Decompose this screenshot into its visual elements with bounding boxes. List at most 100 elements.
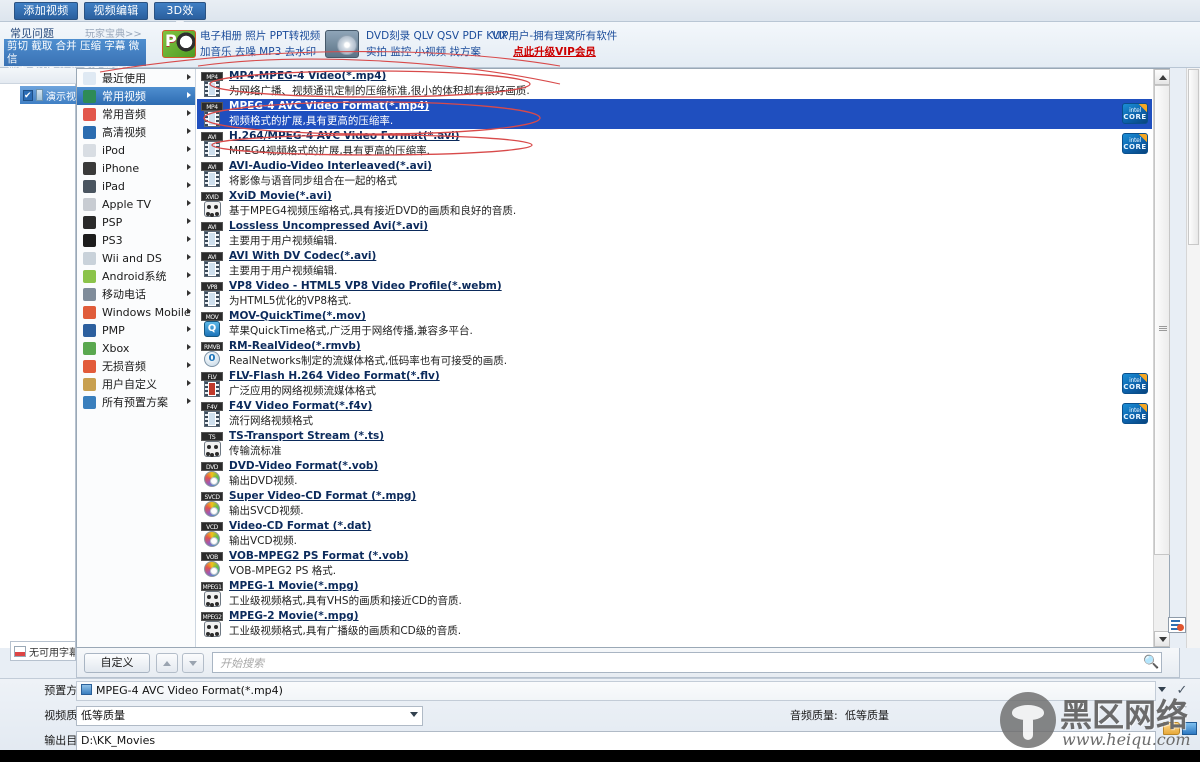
format-item-18[interactable]: MPEG2 MPEG-2 Movie(*.mpg) 工业级视频格式,具有广播级的画质… [197, 609, 1152, 639]
faq-tag-list[interactable]: 剪切 截取 合并 压缩 字幕 微信 消音 SWF 片头 GIF 双音轨 MV [4, 39, 146, 91]
category-item-13[interactable]: Windows Mobile [77, 303, 195, 321]
format-item-14[interactable]: SVCD Super Video-CD Format (*.mpg) 输出SVCD视… [197, 489, 1152, 519]
format-item-6[interactable]: AVI AVI With DV Codec(*.avi) 主要用于用户视频编辑. [197, 249, 1152, 279]
dvd-burn-icon[interactable] [325, 30, 359, 58]
format-item-11[interactable]: F4V F4V Video Format(*.f4v) 流行网络视频格式 intel C… [197, 399, 1152, 429]
format-item-7[interactable]: VP8 VP8 Video - HTML5 VP8 Video Profile(*… [197, 279, 1152, 309]
open-folder-icon[interactable] [1163, 722, 1180, 735]
android-icon [83, 269, 96, 283]
category-item-0[interactable]: 最近使用 [77, 69, 195, 87]
tab-add-video[interactable]: 添加视频 [14, 2, 78, 20]
chevron-right-icon [187, 344, 191, 350]
category-item-12[interactable]: 移动电话 [77, 285, 195, 303]
file-checkbox[interactable]: ✔ [23, 89, 33, 101]
format-description: 输出DVD视频. [229, 475, 298, 487]
output-dir-field[interactable]: D:\KK_Movies [76, 731, 1156, 751]
scroll-down-button[interactable] [1154, 631, 1170, 647]
scrollbar-thumb[interactable] [1154, 85, 1170, 555]
tab-3d-effect[interactable]: 3D效果 [154, 2, 206, 33]
main-scrollbar[interactable] [1186, 68, 1200, 648]
chevron-right-icon [187, 74, 191, 80]
category-item-5[interactable]: iPhone [77, 159, 195, 177]
category-item-6[interactable]: iPad [77, 177, 195, 195]
category-item-1[interactable]: 常用视频 [77, 87, 195, 105]
category-item-8[interactable]: PSP [77, 213, 195, 231]
scroll-up-button[interactable] [1154, 69, 1170, 85]
music-icon [83, 107, 96, 121]
category-label: 常用视频 [102, 90, 146, 103]
chevron-down-icon[interactable] [410, 712, 418, 717]
format-item-17[interactable]: MPEG1 MPEG-1 Movie(*.mpg) 工业级视频格式,具有VHS的画质… [197, 579, 1152, 609]
format-item-0[interactable]: MP4 MP4-MPEG-4 Video(*.mp4) 为网络广播、视频通讯定制的压… [197, 69, 1152, 99]
vip-promo: VIP用户-拥有理窝所有软件 点此升级VIP会员 [482, 28, 627, 60]
format-description: 为HTML5优化的VP8格式. [229, 295, 352, 307]
category-item-4[interactable]: iPod [77, 141, 195, 159]
format-badge: VCD [201, 522, 223, 531]
preset-value-field[interactable]: MPEG-4 AVC Video Format(*.mp4) [76, 681, 1156, 701]
search-input[interactable] [218, 656, 1118, 671]
subtitle-status[interactable]: 无可用字幕 [10, 641, 76, 661]
format-badge: AVI [201, 132, 223, 141]
search-icon[interactable]: 🔍 [1143, 656, 1159, 670]
format-item-9[interactable]: RMVB 0 RM-RealVideo(*.rmvb) RealNetworks制定的… [197, 339, 1152, 369]
category-item-3[interactable]: 高清视频 [77, 123, 195, 141]
disc-icon [204, 561, 220, 577]
category-item-2[interactable]: 常用音频 [77, 105, 195, 123]
format-item-4[interactable]: XVID XviD Movie(*.avi) 基于MPEG4视频压缩格式,具有接近D… [197, 189, 1152, 219]
format-item-16[interactable]: VOB VOB-MPEG2 PS Format (*.vob) VOB-MPEG2 … [197, 549, 1152, 579]
format-item-12[interactable]: TS TS-Transport Stream (*.ts) 传输流标准 [197, 429, 1152, 459]
iphone-icon [83, 161, 96, 175]
search-box[interactable]: 🔍 [212, 652, 1162, 673]
format-list-scrollbar[interactable] [1153, 69, 1170, 647]
promo-block-photo[interactable]: 电子相册 照片 PPT转视频 加音乐 去噪 MP3 去水印 [200, 28, 320, 60]
ppt-to-video-icon[interactable] [162, 30, 196, 58]
category-item-17[interactable]: 用户自定义 [77, 375, 195, 393]
category-label: iPod [102, 143, 126, 157]
format-item-13[interactable]: DVD DVD-Video Format(*.vob) 输出DVD视频. [197, 459, 1152, 489]
format-badge: AVI [201, 162, 223, 171]
custom-button[interactable]: 自定义 [84, 653, 150, 673]
vip-upgrade-link[interactable]: 点此升级VIP会员 [482, 44, 627, 60]
format-item-2[interactable]: AVI H.264/MPEG-4 AVC Video Format(*.avi) M… [197, 129, 1152, 159]
format-description: 流行网络视频格式 [229, 415, 313, 427]
category-item-18[interactable]: 所有预置方案 [77, 393, 195, 411]
main-scrollbar-thumb[interactable] [1188, 69, 1199, 245]
chevron-down-icon[interactable] [1158, 687, 1166, 692]
file-list-item[interactable]: ✔ 演示视 [20, 86, 76, 104]
category-label: 所有预置方案 [102, 396, 168, 409]
format-title: Super Video-CD Format (*.mpg) [229, 490, 417, 502]
video-quality-select[interactable]: 低等质量 [76, 706, 423, 726]
tab-video-edit[interactable]: 视频编辑 [84, 2, 148, 20]
user-custom-icon [83, 377, 96, 391]
category-item-16[interactable]: 无损音频 [77, 357, 195, 375]
faq-more-link[interactable]: 玩家宝典>> [85, 25, 142, 40]
category-item-11[interactable]: Android系统 [77, 267, 195, 285]
chevron-right-icon [187, 290, 191, 296]
promo-a-line1: 电子相册 照片 PPT转视频 [200, 30, 321, 42]
preset-row: 预置方案: MPEG-4 AVC Video Format(*.mp4) ✓✂ [0, 679, 1200, 714]
intel-badge-main: CORE [1123, 413, 1147, 421]
move-down-button[interactable] [182, 653, 204, 673]
preset-manager-icon[interactable] [1168, 617, 1186, 633]
format-type-icon: TS [201, 432, 225, 457]
format-item-10[interactable]: FLV FLV-Flash H.264 Video Format(*.flv) 广泛… [197, 369, 1152, 399]
lossless-audio-icon [83, 359, 96, 373]
category-item-15[interactable]: Xbox [77, 339, 195, 357]
settings-tool-icon[interactable]: ✓✂ [1174, 683, 1190, 714]
move-up-button[interactable] [156, 653, 178, 673]
film-strip-icon [204, 81, 220, 97]
category-item-14[interactable]: PMP [77, 321, 195, 339]
output-settings-icon[interactable] [1182, 722, 1197, 735]
format-item-15[interactable]: VCD Video-CD Format (*.dat) 输出VCD视频. [197, 519, 1152, 549]
category-item-9[interactable]: PS3 [77, 231, 195, 249]
chevron-right-icon [187, 254, 191, 260]
film-strip-icon [204, 141, 220, 157]
category-item-7[interactable]: Apple TV [77, 195, 195, 213]
format-item-1[interactable]: MP4 MPEG-4 AVC Video Format(*.mp4) 视频格式的扩展… [197, 99, 1152, 129]
category-item-10[interactable]: Wii and DS [77, 249, 195, 267]
format-item-8[interactable]: MOV Q MOV-QuickTime(*.mov) 苹果QuickTime格式,广泛… [197, 309, 1152, 339]
chevron-down-icon [1159, 637, 1167, 642]
format-item-5[interactable]: AVI Lossless Uncompressed Avi(*.avi) 主要用于用… [197, 219, 1152, 249]
format-item-3[interactable]: AVI AVI-Audio-Video Interleaved(*.avi) 将影像… [197, 159, 1152, 189]
film-strip-icon [204, 381, 220, 397]
